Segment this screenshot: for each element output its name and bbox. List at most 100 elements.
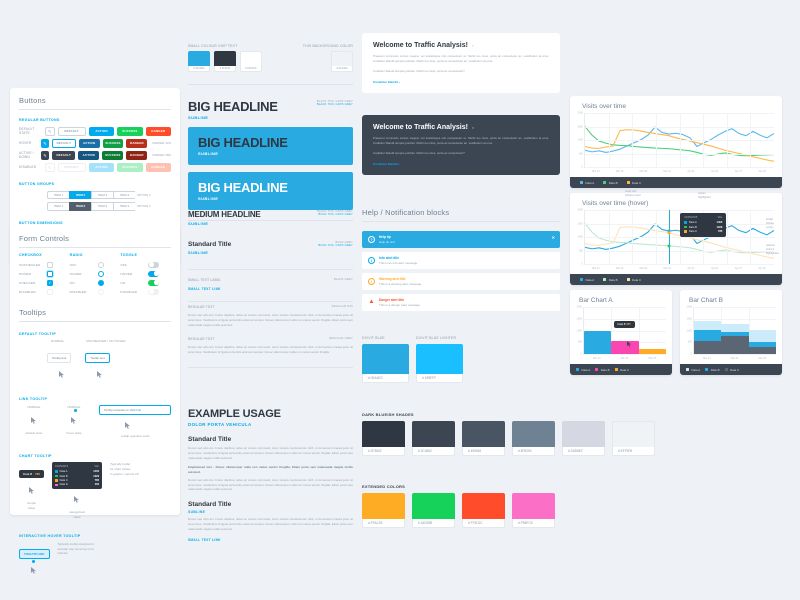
small-text-link[interactable]: SMALL TEXT LINK [188, 287, 353, 291]
row-state-label: HOVER [19, 141, 32, 146]
icon-button-hover[interactable]: ✎ [40, 139, 50, 148]
radio-off[interactable] [97, 261, 104, 268]
toggle-off[interactable] [148, 261, 160, 268]
small-text-link[interactable]: SMALL TEXT LINK [188, 538, 353, 542]
body-paragraph: Donec sed odio dui. Fusce dapibus, tellu… [188, 477, 353, 492]
radio-hover[interactable] [97, 270, 104, 277]
medium-headline: MEDIUM HEADLINE [188, 210, 261, 219]
gridline [638, 307, 640, 354]
y-tick-label: 1000 [576, 329, 582, 332]
group-item[interactable]: ITEM 3 [91, 202, 113, 211]
chart-bar[interactable] [721, 331, 749, 337]
big-headline: BIG HEADLINE [188, 99, 278, 114]
series-value: 1402 [716, 221, 723, 225]
legend-item[interactable]: Data A [580, 181, 594, 185]
chart-bar[interactable] [694, 320, 722, 330]
tooltip-interactive[interactable]: TOOLTIP LINK [19, 548, 50, 559]
group-item[interactable]: ITEM 3 [91, 190, 113, 199]
top-swatches: SMALL COLOUR CHIP TEXT # 00AAEC # 2F3842 [188, 44, 353, 85]
success-button[interactable]: SUCCESS [117, 127, 143, 136]
legend-item[interactable]: Data C [626, 278, 641, 282]
legend-item[interactable]: Data B [603, 181, 618, 185]
group-item-selected[interactable]: ITEM 2 [69, 202, 91, 211]
tooltip-link[interactable]: link [137, 408, 142, 412]
checkbox-hover[interactable] [47, 270, 53, 277]
checkbox-unchecked[interactable] [47, 261, 53, 268]
group-item-selected[interactable]: ITEM 2 [69, 190, 91, 199]
standard-title: Standard Title [188, 436, 232, 443]
swatch-dark-2: # 3C4652 [412, 421, 455, 456]
chart-legend: Data A Data B Data C [680, 364, 782, 375]
group-item[interactable]: ITEM 4 [113, 202, 135, 211]
icon-button-active[interactable]: ✎ [40, 151, 50, 160]
close-icon[interactable]: × [472, 43, 474, 48]
action-button-active[interactable]: ACTION [78, 151, 100, 160]
toggle-row-disabled: DISABLED [120, 287, 171, 296]
success-button-hover[interactable]: SUCCESS [102, 139, 124, 148]
danger-button-active[interactable]: DANGER [126, 151, 148, 160]
radio-on[interactable] [97, 279, 104, 286]
legend-item[interactable]: Data C [724, 368, 739, 372]
caption: simple value [27, 501, 36, 510]
chart-bar[interactable] [748, 346, 776, 354]
group-item[interactable]: ITEM 1 [47, 190, 69, 199]
divider [362, 221, 560, 222]
chart-bar[interactable] [748, 330, 776, 343]
alerts-title: Help / Notification blocks [362, 208, 450, 217]
danger-button-hover[interactable]: DANGER [126, 139, 148, 148]
legend-item[interactable]: Data C [614, 368, 629, 372]
chart-bar[interactable] [721, 324, 749, 332]
danger-button[interactable]: DANGER [145, 127, 171, 136]
chart-bar[interactable] [638, 348, 666, 354]
close-icon[interactable]: × [472, 125, 474, 130]
legend-item[interactable]: Data C [626, 181, 641, 185]
legend-item[interactable]: Data B [705, 368, 720, 372]
group-item[interactable]: ITEM 4 [113, 190, 135, 199]
success-button-active[interactable]: SUCCESS [102, 151, 124, 160]
chart-bar[interactable] [584, 330, 612, 354]
pencil-icon: ✎ [43, 140, 47, 146]
legend-item[interactable]: Data A [580, 278, 594, 282]
x-tick-label: Mar 24 [703, 357, 711, 360]
toggle-hover[interactable] [148, 270, 160, 277]
welcome-link[interactable]: Curabitur blandit › [373, 162, 549, 166]
action-button-hover[interactable]: ACTION [78, 139, 100, 148]
chart-bar[interactable] [611, 340, 639, 354]
chart-bar[interactable] [694, 340, 722, 354]
legend-item[interactable]: Data A [576, 368, 590, 372]
default-button-hover[interactable]: DEFAULT [52, 139, 76, 148]
toggle-on[interactable] [148, 279, 160, 286]
tooltip-hover-group: Tooltip text [85, 346, 110, 383]
legend-item[interactable]: Data A [686, 368, 700, 372]
x-tick-label: Apr 07 [734, 267, 742, 270]
checkbox-checked[interactable]: ✓ [47, 279, 53, 286]
tooltip-simple: Data B 785 [19, 470, 45, 479]
chart-bar[interactable] [694, 329, 722, 341]
default-button-active[interactable]: DEFAULT [52, 151, 76, 160]
chart-tooltip-note: Typically tooltip for chart values in gr… [110, 462, 140, 476]
chart-plot-area: 01/05/2015 VAL Data A 1402 Data B 1229 Data C 7… [578, 209, 774, 266]
default-button[interactable]: DEFAULT [57, 127, 86, 136]
tooltip-series-name: Data B [617, 323, 626, 327]
toggle-column-label: TOGGLE [120, 253, 138, 257]
gridline [584, 354, 666, 355]
x-tick-label: Apr 09 [758, 267, 766, 270]
chart-bar[interactable] [721, 336, 749, 354]
pencil-icon: ✎ [48, 164, 52, 170]
welcome-title: Welcome to Traffic Analysis! [373, 42, 468, 49]
alert-message: This is an info alert message. [379, 261, 419, 265]
chart-bar[interactable] [748, 342, 776, 347]
icon-button[interactable]: ✎ [44, 127, 55, 136]
welcome-link[interactable]: Curabitur blandit › [373, 80, 549, 84]
legend-item[interactable]: Data B [603, 278, 618, 282]
cursor-icon [125, 416, 171, 434]
action-button[interactable]: ACTION [88, 127, 115, 136]
legend-item[interactable]: Data B [595, 368, 610, 372]
divvit-blue-lighter-label: DIVVIT BLUE LIGHTER [416, 336, 457, 340]
legend-dot [595, 368, 599, 371]
x-tick-label: Mar 26 [615, 170, 624, 173]
close-icon[interactable]: ✕ [552, 235, 555, 240]
group-item[interactable]: ITEM 1 [47, 202, 69, 211]
gridline [585, 167, 774, 168]
medium-headline-block: MEDIUM HEADLINE SUBLINE BLACK 70/0, CAPS… [188, 210, 353, 302]
